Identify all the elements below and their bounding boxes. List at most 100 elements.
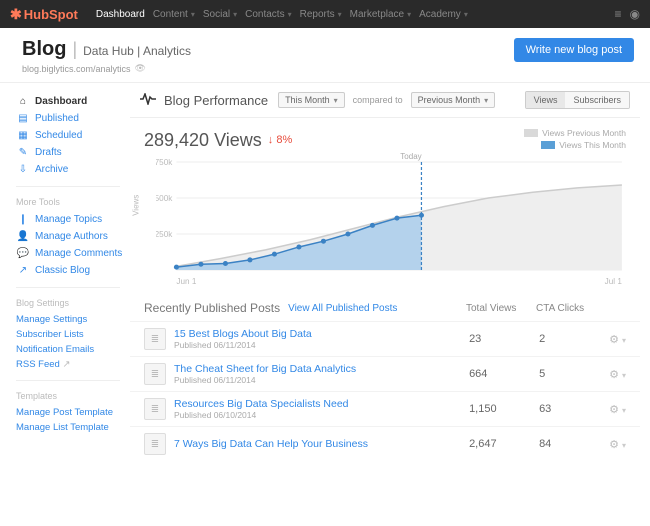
topnav-academy[interactable]: Academy▾ <box>419 9 468 20</box>
chevron-down-icon: ▾ <box>338 10 342 19</box>
chevron-down-icon: ▾ <box>484 96 488 105</box>
compare-range-select[interactable]: Previous Month▾ <box>411 92 496 108</box>
topnav-marketplace[interactable]: Marketplace▾ <box>350 9 411 20</box>
sidebar-link-manage-topics[interactable]: ❙Manage Topics <box>16 211 130 228</box>
sidebar-link-manage-post-template[interactable]: Manage Post Template <box>16 405 130 420</box>
chevron-down-icon: ▾ <box>622 336 626 345</box>
post-actions[interactable]: ⚙ ▾ <box>609 438 626 451</box>
topnav: Dashboard Content▾ Social▾ Contacts▾ Reports… <box>92 9 472 20</box>
eye-icon[interactable]: 👁 <box>135 63 146 74</box>
sidebar-link-manage-authors[interactable]: 👤Manage Authors <box>16 228 130 245</box>
sidebar-link-classic-blog[interactable]: ↗Classic Blog <box>16 262 130 279</box>
pulse-icon <box>140 93 156 108</box>
sidebar-item-scheduled[interactable]: ▦Scheduled <box>16 127 130 144</box>
panel-title: Blog Performance <box>164 93 268 108</box>
sidebar-link-rss-feed[interactable]: RSS Feed ↗ <box>16 357 130 372</box>
metric-delta: ↓ 8% <box>268 134 292 146</box>
post-views: 2,647 <box>469 438 539 450</box>
today-marker-label: Today <box>400 152 421 161</box>
comment-icon: 💬 <box>16 248 30 259</box>
blog-url: blog.biglytics.com/analytics <box>22 64 131 74</box>
chart-legend: Views Previous Month Views This Month <box>524 128 626 152</box>
chevron-down-icon: ▾ <box>407 10 411 19</box>
post-cta-clicks: 2 <box>539 333 609 345</box>
chevron-down-icon: ▾ <box>288 10 292 19</box>
post-views: 23 <box>469 333 539 345</box>
post-title-link[interactable]: The Cheat Sheet for Big Data Analytics <box>174 363 469 375</box>
post-row: ≣ 15 Best Blogs About Big DataPublished 0… <box>130 321 640 356</box>
panel-header: Blog Performance This Month▾ compared to… <box>130 83 640 118</box>
sidebar-item-published[interactable]: ▤Published <box>16 110 130 127</box>
post-date: Published 06/11/2014 <box>174 340 469 350</box>
sidebar-item-archive[interactable]: ⇩Archive <box>16 161 130 178</box>
segment-views[interactable]: Views <box>526 92 566 108</box>
chevron-down-icon: ▾ <box>464 10 468 19</box>
post-row: ≣ 7 Ways Big Data Can Help Your Business2… <box>130 426 640 461</box>
post-actions[interactable]: ⚙ ▾ <box>609 333 626 346</box>
document-icon: ≣ <box>144 433 166 455</box>
svg-text:750k: 750k <box>156 158 173 167</box>
svg-text:Jul 1: Jul 1 <box>605 277 623 286</box>
post-views: 664 <box>469 368 539 380</box>
sidebar-link-manage-comments[interactable]: 💬Manage Comments <box>16 245 130 262</box>
metric-value: 289,420 Views <box>144 130 262 151</box>
post-date: Published 06/11/2014 <box>174 375 469 385</box>
down-arrow-icon: ↓ <box>268 134 274 146</box>
post-cta-clicks: 84 <box>539 438 609 450</box>
post-date: Published 06/10/2014 <box>174 410 469 420</box>
pencil-icon: ✎ <box>16 147 30 158</box>
post-title-link[interactable]: 15 Best Blogs About Big Data <box>174 328 469 340</box>
segment-subscribers[interactable]: Subscribers <box>565 92 629 108</box>
topnav-contacts[interactable]: Contacts▾ <box>245 9 291 20</box>
home-icon: ⌂ <box>16 96 30 107</box>
list-icon: ▤ <box>16 113 30 124</box>
write-blog-post-button[interactable]: Write new blog post <box>514 38 634 62</box>
chevron-down-icon: ▾ <box>622 406 626 415</box>
svg-text:500k: 500k <box>156 194 173 203</box>
sidebar-group-label: More Tools <box>16 197 130 207</box>
sidebar-group-label: Templates <box>16 391 130 401</box>
sidebar-item-dashboard[interactable]: ⌂Dashboard <box>16 93 130 110</box>
main-panel: Blog Performance This Month▾ compared to… <box>130 83 650 526</box>
topbar: ✱ HubSpot Dashboard Content▾ Social▾ Contac… <box>0 0 650 28</box>
tag-icon: ❙ <box>16 214 30 225</box>
date-range-select[interactable]: This Month▾ <box>278 92 345 108</box>
document-icon: ≣ <box>144 328 166 350</box>
post-title-link[interactable]: 7 Ways Big Data Can Help Your Business <box>174 438 469 450</box>
post-actions[interactable]: ⚙ ▾ <box>609 368 626 381</box>
user-avatar-icon[interactable]: ◉ <box>630 7 640 21</box>
post-title-link[interactable]: Resources Big Data Specialists Need <box>174 398 469 410</box>
svg-text:250k: 250k <box>156 230 173 239</box>
page-header: Blog | Data Hub | Analytics blog.biglyti… <box>0 28 650 83</box>
link-icon: ↗ <box>16 265 30 276</box>
post-cta-clicks: 63 <box>539 403 609 415</box>
topnav-social[interactable]: Social▾ <box>203 9 237 20</box>
chevron-down-icon: ▾ <box>233 10 237 19</box>
topnav-dashboard[interactable]: Dashboard <box>96 9 145 20</box>
sidebar-item-drafts[interactable]: ✎Drafts <box>16 144 130 161</box>
logo-text: HubSpot <box>24 7 78 22</box>
external-link-icon: ↗ <box>62 359 70 370</box>
document-icon: ≣ <box>144 363 166 385</box>
menu-icon[interactable]: ≡ <box>615 7 622 21</box>
chevron-down-icon: ▾ <box>191 10 195 19</box>
sprocket-icon: ✱ <box>10 6 22 23</box>
sidebar-link-manage-settings[interactable]: Manage Settings <box>16 312 130 327</box>
posts-header: Recently Published Posts View All Publis… <box>130 291 640 321</box>
logo[interactable]: ✱ HubSpot <box>10 6 78 23</box>
post-row: ≣ The Cheat Sheet for Big Data AnalyticsP… <box>130 356 640 391</box>
archive-icon: ⇩ <box>16 164 30 175</box>
sidebar: ⌂Dashboard▤Published▦Scheduled✎Drafts⇩Ar… <box>0 83 130 526</box>
sidebar-group-label: Blog Settings <box>16 298 130 308</box>
sidebar-link-manage-list-template[interactable]: Manage List Template <box>16 420 130 435</box>
post-actions[interactable]: ⚙ ▾ <box>609 403 626 416</box>
sidebar-link-notification-emails[interactable]: Notification Emails <box>16 342 130 357</box>
post-cta-clicks: 5 <box>539 368 609 380</box>
chart: Views Today 250k500k750kJun 1Jul 1 <box>130 152 640 291</box>
view-all-posts-link[interactable]: View All Published Posts <box>288 303 397 314</box>
post-views: 1,150 <box>469 403 539 415</box>
sidebar-link-subscriber-lists[interactable]: Subscriber Lists <box>16 327 130 342</box>
topnav-reports[interactable]: Reports▾ <box>300 9 342 20</box>
calendar-icon: ▦ <box>16 130 30 141</box>
topnav-content[interactable]: Content▾ <box>153 9 195 20</box>
